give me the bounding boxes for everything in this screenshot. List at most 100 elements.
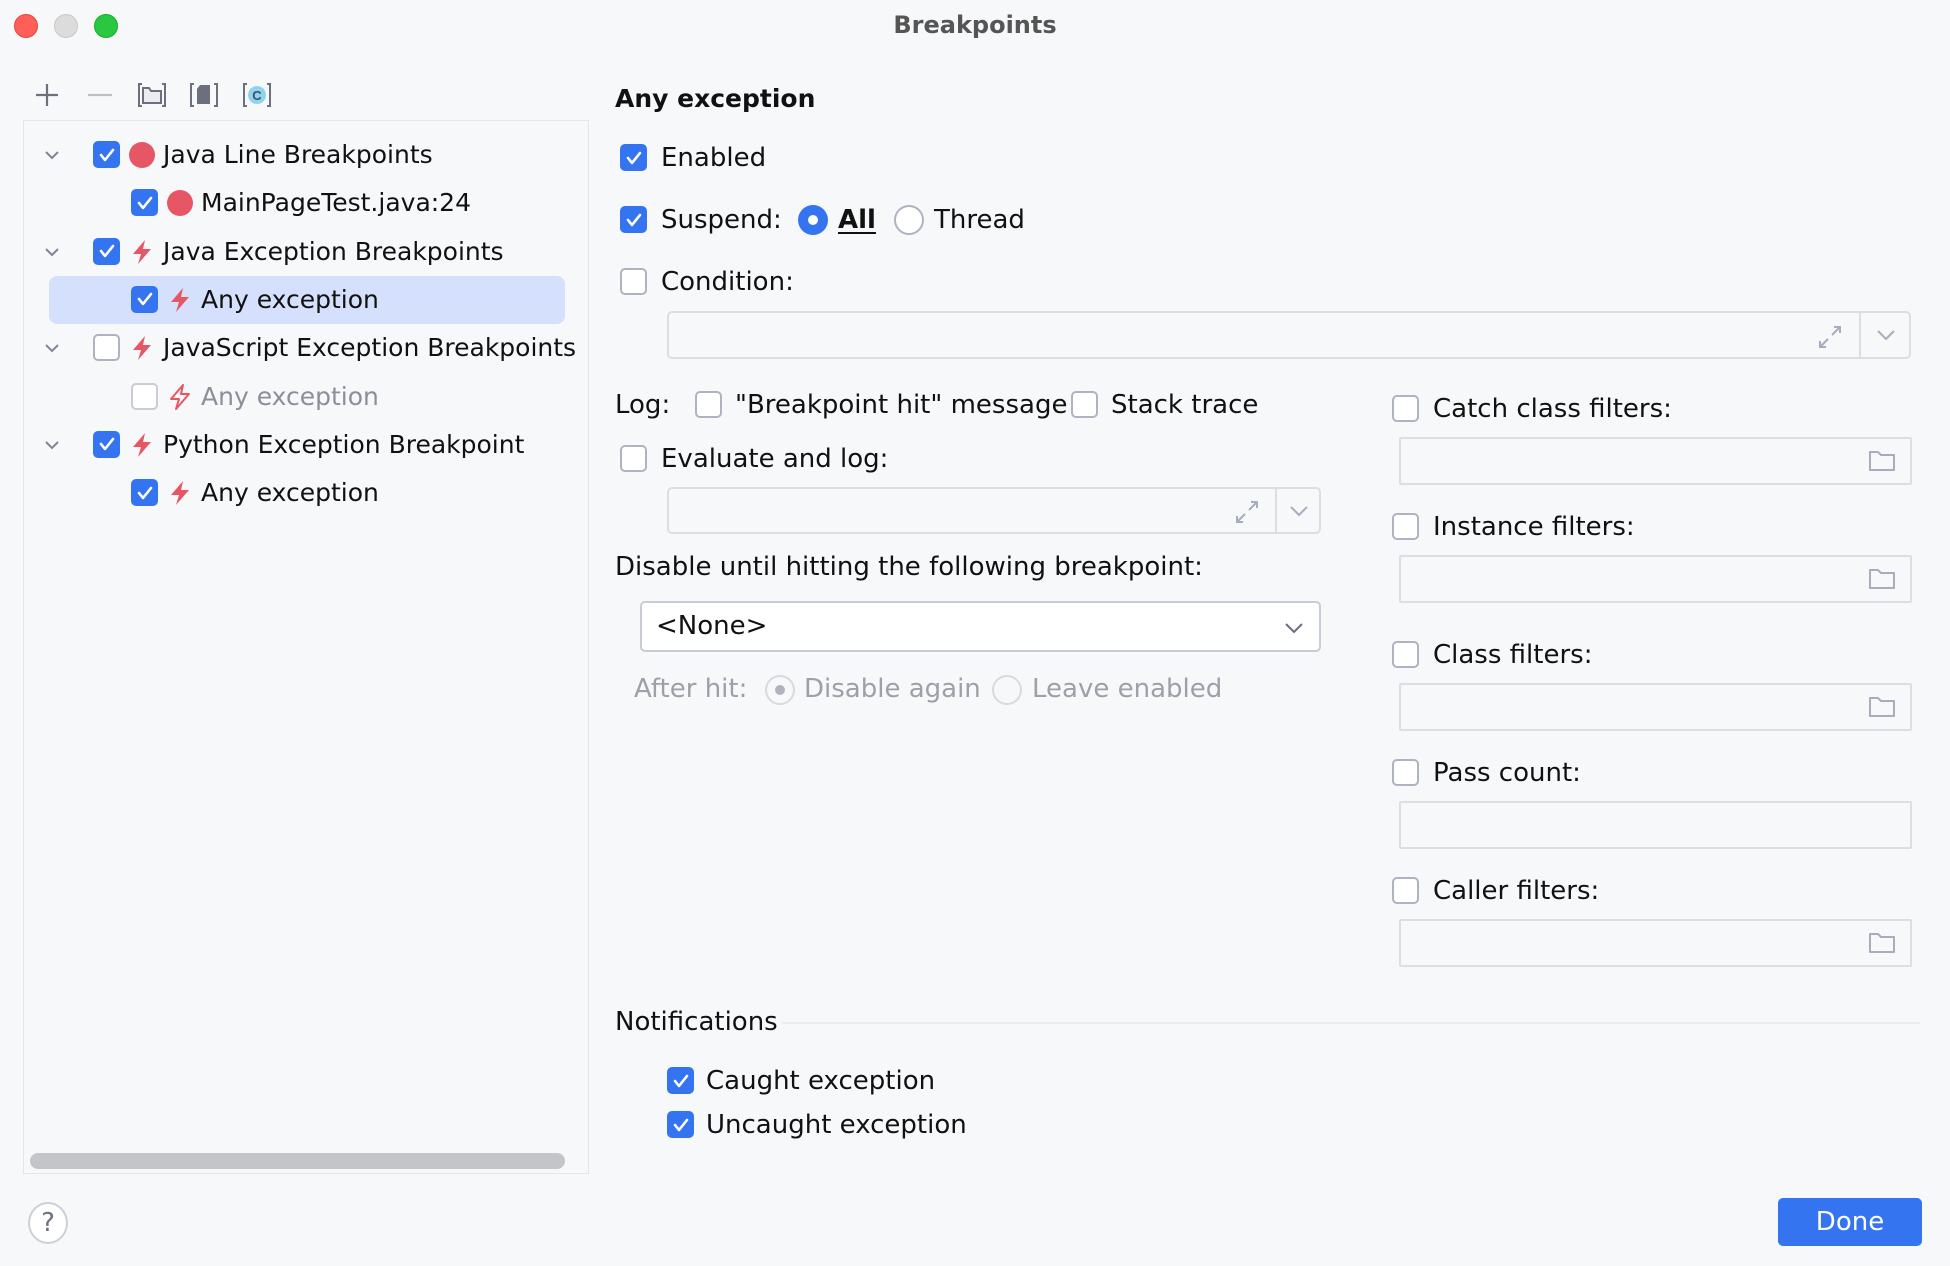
pass-count-checkbox[interactable] [1392, 759, 1419, 786]
condition-label[interactable]: Condition: [661, 265, 794, 299]
field-divider [1859, 313, 1861, 357]
svg-text:C: C [252, 88, 262, 103]
expand-icon[interactable] [1233, 498, 1261, 526]
tree-row[interactable]: MainPageTest.java:24 [24, 179, 590, 227]
folder-icon[interactable] [1868, 931, 1896, 955]
notifications-separator [782, 1022, 1920, 1024]
enabled-checkbox[interactable] [620, 144, 647, 171]
expand-icon[interactable] [1816, 323, 1844, 351]
field-divider [1275, 489, 1277, 532]
instance-filters-label[interactable]: Instance filters: [1433, 510, 1635, 544]
checkmark-icon [626, 213, 641, 226]
tree-item-checkbox[interactable] [93, 334, 120, 362]
evaluate-and-log-label[interactable]: Evaluate and log: [661, 442, 888, 476]
tree-item-checkbox[interactable] [131, 479, 158, 507]
folder-icon[interactable] [1868, 695, 1896, 719]
class-filters-checkbox[interactable] [1392, 641, 1419, 668]
catch-class-filters-checkbox[interactable] [1392, 395, 1419, 422]
exception-breakpoint-icon [133, 239, 151, 264]
line-breakpoint-icon [129, 142, 155, 168]
evaluate-and-log-input[interactable] [667, 487, 1321, 534]
tree-item-checkbox[interactable] [93, 141, 120, 168]
group-by-file-icon [190, 83, 218, 107]
evaluate-and-log-checkbox[interactable] [620, 445, 647, 472]
checkmark-icon [99, 437, 114, 451]
folder-icon[interactable] [1868, 567, 1896, 591]
condition-checkbox[interactable] [620, 268, 647, 295]
tree-item-checkbox[interactable] [131, 382, 158, 410]
radio-dot [775, 685, 785, 695]
pass-count-input[interactable] [1399, 801, 1912, 849]
suspend-all-radio[interactable] [798, 205, 828, 235]
suspend-label[interactable]: Suspend: [661, 203, 782, 237]
catch-class-filters-input[interactable] [1399, 437, 1912, 485]
tree-item-label: Any exception [201, 284, 379, 314]
tree-item-checkbox[interactable] [93, 430, 120, 458]
tree-row[interactable]: Java Exception Breakpoints [24, 228, 590, 276]
chevron-down-icon[interactable] [40, 143, 64, 167]
breakpoint-hit-message-label[interactable]: "Breakpoint hit" message [735, 388, 1067, 422]
disable-until-dropdown[interactable]: <None> [640, 601, 1321, 652]
checkmark-icon [99, 244, 114, 258]
tree-item-label: JavaScript Exception Breakpoints [163, 333, 577, 363]
leave-enabled-radio[interactable] [992, 675, 1022, 705]
stack-trace-label[interactable]: Stack trace [1111, 388, 1258, 422]
caller-filters-label[interactable]: Caller filters: [1433, 874, 1599, 908]
horizontal-scrollbar[interactable] [30, 1153, 565, 1169]
chevron-down-icon[interactable] [1875, 327, 1897, 343]
chevron-down-icon[interactable] [40, 433, 64, 457]
help-button[interactable]: ? [28, 1202, 68, 1244]
caught-exception-label[interactable]: Caught exception [706, 1064, 935, 1098]
catch-class-filters-label[interactable]: Catch class filters: [1433, 392, 1672, 426]
chevron-down-icon[interactable] [40, 240, 64, 264]
breakpoints-tree[interactable]: Java Line Breakpoints MainPageTest.java:2… [23, 120, 589, 1174]
tree-item-checkbox[interactable] [131, 285, 158, 313]
breakpoint-hit-message-checkbox[interactable] [695, 391, 722, 418]
tree-row[interactable]: JavaScript Exception Breakpoints [24, 324, 590, 372]
suspend-thread-radio[interactable] [894, 205, 924, 235]
tree-item-label: Python Exception Breakpoint [163, 429, 525, 459]
suspend-all-label[interactable]: All [838, 203, 876, 237]
checkmark-icon [99, 148, 114, 161]
done-button[interactable]: Done [1778, 1198, 1922, 1246]
condition-input[interactable] [667, 311, 1911, 359]
tree-item-checkbox[interactable] [93, 237, 120, 265]
leave-enabled-label[interactable]: Leave enabled [1032, 672, 1222, 706]
uncaught-exception-label[interactable]: Uncaught exception [706, 1108, 967, 1142]
caller-filters-checkbox[interactable] [1392, 877, 1419, 904]
caught-exception-checkbox[interactable] [667, 1067, 694, 1094]
add-breakpoint-button[interactable] [32, 80, 62, 110]
disable-again-radio[interactable] [765, 675, 795, 705]
breakpoints-dialog: Breakpoints C Java Line Breakpoints MainP… [0, 0, 1950, 1266]
question-mark-icon: ? [41, 1208, 55, 1238]
chevron-down-icon[interactable] [1288, 503, 1310, 519]
group-by-file-button[interactable] [189, 80, 219, 110]
class-filters-input[interactable] [1399, 683, 1912, 731]
tree-row[interactable]: Java Line Breakpoints [24, 131, 590, 179]
disable-again-label[interactable]: Disable again [804, 672, 981, 706]
tree-item-checkbox[interactable] [131, 189, 158, 217]
instance-filters-input[interactable] [1399, 555, 1912, 603]
chevron-down-icon[interactable] [40, 336, 64, 360]
tree-row[interactable]: Python Exception Breakpoint [24, 421, 590, 469]
group-by-package-button[interactable] [137, 80, 167, 110]
remove-icon [88, 93, 112, 97]
enabled-label[interactable]: Enabled [661, 141, 766, 175]
folder-icon[interactable] [1868, 449, 1896, 473]
window-title: Breakpoints [893, 11, 1057, 39]
caller-filters-input[interactable] [1399, 919, 1912, 967]
group-by-class-button[interactable]: C [242, 80, 272, 110]
instance-filters-checkbox[interactable] [1392, 513, 1419, 540]
uncaught-exception-checkbox[interactable] [667, 1111, 694, 1138]
pass-count-label[interactable]: Pass count: [1433, 756, 1581, 790]
suspend-checkbox[interactable] [620, 206, 647, 233]
suspend-thread-label[interactable]: Thread [934, 203, 1025, 237]
class-filters-label[interactable]: Class filters: [1433, 638, 1592, 672]
remove-breakpoint-button[interactable] [85, 80, 115, 110]
stack-trace-checkbox[interactable] [1071, 391, 1098, 418]
group-by-class-icon: C [243, 83, 271, 107]
tree-row[interactable]: Any exception [24, 275, 590, 324]
tree-row[interactable]: Any exception [24, 469, 590, 517]
tree-row[interactable]: Any exception [24, 373, 590, 421]
line-breakpoint-icon [167, 190, 193, 217]
